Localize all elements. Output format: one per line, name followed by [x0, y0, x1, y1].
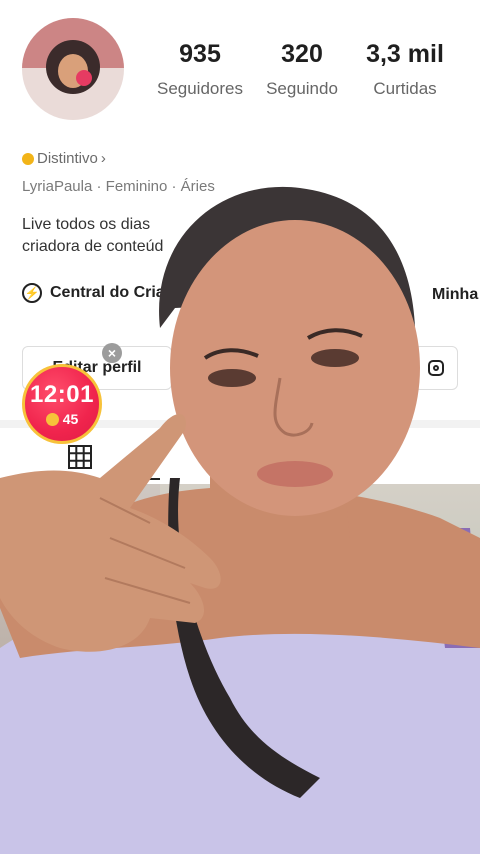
avatar-photo [46, 40, 100, 94]
followers-stat[interactable]: 935 Seguidores [150, 40, 250, 99]
likes-label: Curtidas [373, 79, 437, 98]
badge-link[interactable]: Distintivo › [22, 150, 106, 167]
profile-avatar[interactable] [22, 18, 124, 120]
badge-label: Distintivo [37, 150, 98, 167]
following-count: 320 [281, 40, 323, 68]
live-coins: 45 [25, 411, 99, 427]
camera-overlay-person [0, 186, 480, 854]
badge-icon [22, 152, 34, 165]
following-stat[interactable]: 320 Seguindo [252, 40, 352, 99]
likes-stat[interactable]: 3,3 mil Curtidas [355, 40, 455, 99]
live-timer: 12:01 [30, 381, 94, 408]
coin-count: 45 [62, 411, 79, 427]
coin-icon [45, 412, 59, 426]
followers-count: 935 [179, 40, 221, 68]
live-timer-widget[interactable]: 12:01 45 [22, 364, 102, 444]
likes-count: 3,3 mil [366, 40, 444, 68]
followers-label: Seguidores [156, 79, 243, 98]
following-label: Seguindo [266, 79, 338, 98]
close-icon[interactable]: × [102, 343, 122, 363]
heart-icon [76, 70, 92, 86]
chevron-right-icon: › [100, 150, 106, 167]
